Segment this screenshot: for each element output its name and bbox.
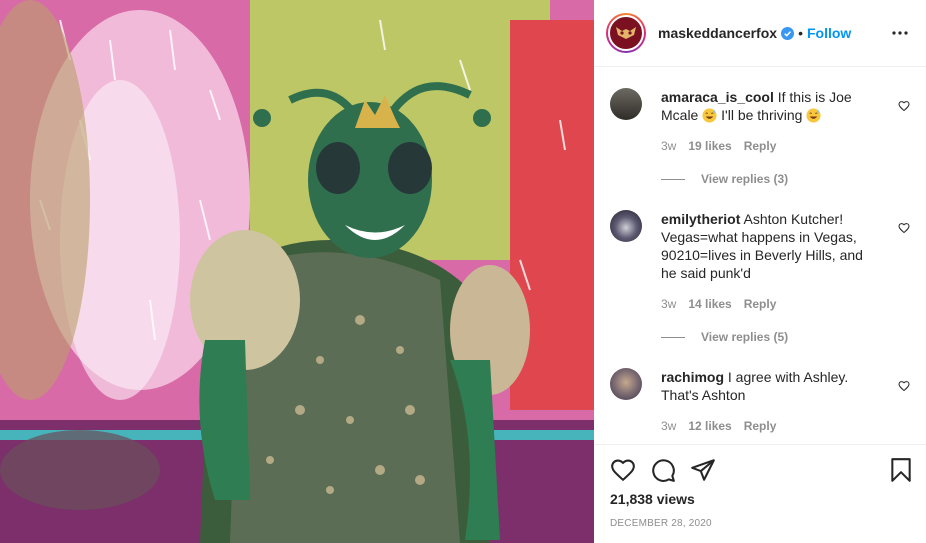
comment-meta: 3w 19 likes Reply [661,139,776,153]
grinning-sweat-emoji-icon [806,108,821,123]
comment-username[interactable]: amaraca_is_cool [661,89,774,105]
comment-likes[interactable]: 12 likes [688,419,731,433]
comment-time: 3w [661,139,677,153]
profile-avatar[interactable] [606,13,646,53]
comment-time: 3w [661,297,677,311]
comment-time: 3w [661,419,677,433]
commenter-avatar[interactable] [610,210,642,242]
header-username[interactable]: maskeddancerfox [658,25,777,41]
follow-button[interactable]: Follow [807,25,851,41]
grinning-sweat-emoji-icon [702,108,717,123]
more-options-icon[interactable] [888,21,912,45]
comment-meta: 3w 12 likes Reply [661,419,776,433]
commenter-avatar[interactable] [610,368,642,400]
action-bar [610,457,914,483]
like-comment-heart-icon[interactable] [898,380,910,392]
post-header: maskeddancerfox • Follow [594,0,926,67]
save-bookmark-icon[interactable] [888,457,914,483]
comment-username[interactable]: emilytheriot [661,211,740,227]
view-replies-label: View replies (3) [701,172,789,186]
commenter-avatar[interactable] [610,88,642,120]
fox-mask-icon [608,15,644,51]
separator-dot: • [798,25,803,41]
view-replies-label: View replies (5) [701,330,789,344]
like-comment-heart-icon[interactable] [898,222,910,234]
view-replies-button[interactable]: View replies (3) [661,172,788,186]
costume-performer-image [0,0,594,543]
replies-divider-line [661,178,685,180]
comment-bubble-icon[interactable] [650,457,676,483]
comment-body: rachimog I agree with Ashley. That's Ash… [661,368,879,404]
comment-meta: 3w 14 likes Reply [661,297,776,311]
comments-list[interactable]: amaraca_is_cool If this is Joe Mcale I'l… [594,68,926,444]
reply-button[interactable]: Reply [744,139,777,153]
views-count[interactable]: 21,838 views [610,491,695,507]
comment-text-continued: I'll be thriving [721,107,803,123]
post-media[interactable] [0,0,594,543]
comment-body: emilytheriot Ashton Kutcher! Vegas=what … [661,210,879,282]
post-date[interactable]: DECEMBER 28, 2020 [610,518,712,529]
like-comment-heart-icon[interactable] [898,100,910,112]
comment-username[interactable]: rachimog [661,369,724,385]
comment-likes[interactable]: 19 likes [688,139,731,153]
comment-likes[interactable]: 14 likes [688,297,731,311]
post-side-panel: maskeddancerfox • Follow amaraca_is_cool… [594,0,926,543]
reply-button[interactable]: Reply [744,419,777,433]
replies-divider-line [661,336,685,338]
like-heart-icon[interactable] [610,457,636,483]
verified-badge-icon [781,26,795,40]
post-actions-area: 21,838 views DECEMBER 28, 2020 [594,444,926,543]
comment-body: amaraca_is_cool If this is Joe Mcale I'l… [661,88,879,124]
share-send-icon[interactable] [690,457,716,483]
view-replies-button[interactable]: View replies (5) [661,330,788,344]
reply-button[interactable]: Reply [744,297,777,311]
